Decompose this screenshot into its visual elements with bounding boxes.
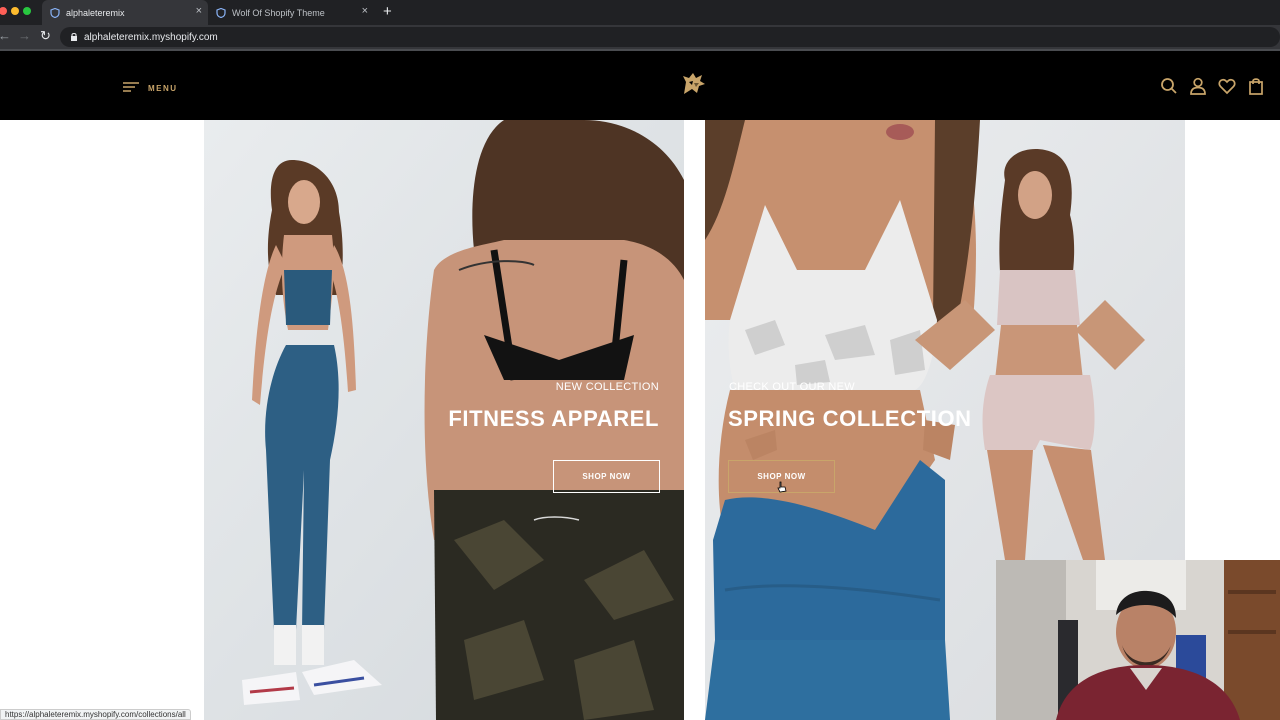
- close-window-dot[interactable]: [0, 7, 7, 15]
- shield-favicon-icon: [50, 7, 60, 18]
- hand-cursor-icon: [777, 480, 787, 498]
- minimize-window-dot[interactable]: [11, 7, 19, 15]
- hero-left-title: FITNESS APPAREL: [448, 406, 659, 431]
- hero-right-title: SPRING COLLECTION: [728, 406, 972, 431]
- reload-icon[interactable]: ↻: [40, 29, 51, 43]
- maximize-window-dot[interactable]: [23, 7, 31, 15]
- hero-left-overlay: NEW COLLECTION FITNESS APPAREL SHOP NOW: [204, 120, 684, 720]
- menu-button[interactable]: MENU: [123, 79, 178, 97]
- webcam-overlay: [996, 560, 1280, 720]
- presenter-video-frame: [996, 560, 1280, 720]
- wishlist-heart-icon[interactable]: [1218, 77, 1236, 95]
- hero-left-shop-now-button[interactable]: SHOP NOW: [553, 460, 660, 493]
- account-icon[interactable]: [1189, 77, 1207, 95]
- back-arrow-icon[interactable]: ←: [0, 29, 11, 43]
- hero-right-eyebrow: CHECK OUT OUR NEW: [729, 381, 855, 393]
- hero-left-eyebrow: NEW COLLECTION: [555, 381, 659, 393]
- address-bar[interactable]: alphaleteremix.myshopify.com: [60, 27, 1280, 47]
- browser-toolbar: ← → ↻ alphaleteremix.myshopify.com: [0, 25, 1280, 49]
- close-tab-icon[interactable]: ×: [196, 6, 202, 17]
- browser-tab-bar: alphaleteremix × Wolf Of Shopify Theme ×…: [0, 0, 1280, 25]
- url-text: alphaleteremix.myshopify.com: [84, 31, 218, 43]
- site-header: MENU: [0, 51, 1280, 120]
- hamburger-icon: [123, 79, 139, 97]
- tab-alphaleteremix[interactable]: alphaleteremix ×: [42, 0, 208, 25]
- close-tab-icon[interactable]: ×: [362, 6, 368, 17]
- menu-label: MENU: [148, 83, 178, 93]
- lock-icon[interactable]: [70, 32, 78, 42]
- tab-title: alphaleteremix: [66, 7, 125, 18]
- status-bar-url: https://alphaleteremix.myshopify.com/col…: [0, 709, 191, 720]
- tab-title: Wolf Of Shopify Theme: [232, 7, 325, 18]
- forward-arrow-icon[interactable]: →: [18, 29, 31, 43]
- shield-favicon-icon: [216, 7, 226, 18]
- cart-bag-icon[interactable]: [1247, 77, 1265, 95]
- new-tab-button[interactable]: +: [383, 3, 392, 20]
- wolf-logo[interactable]: [680, 70, 708, 98]
- hero-panel-fitness-apparel[interactable]: NEW COLLECTION FITNESS APPAREL SHOP NOW: [204, 120, 684, 720]
- tab-wolf-of-shopify[interactable]: Wolf Of Shopify Theme ×: [208, 0, 374, 25]
- search-icon[interactable]: [1160, 77, 1178, 95]
